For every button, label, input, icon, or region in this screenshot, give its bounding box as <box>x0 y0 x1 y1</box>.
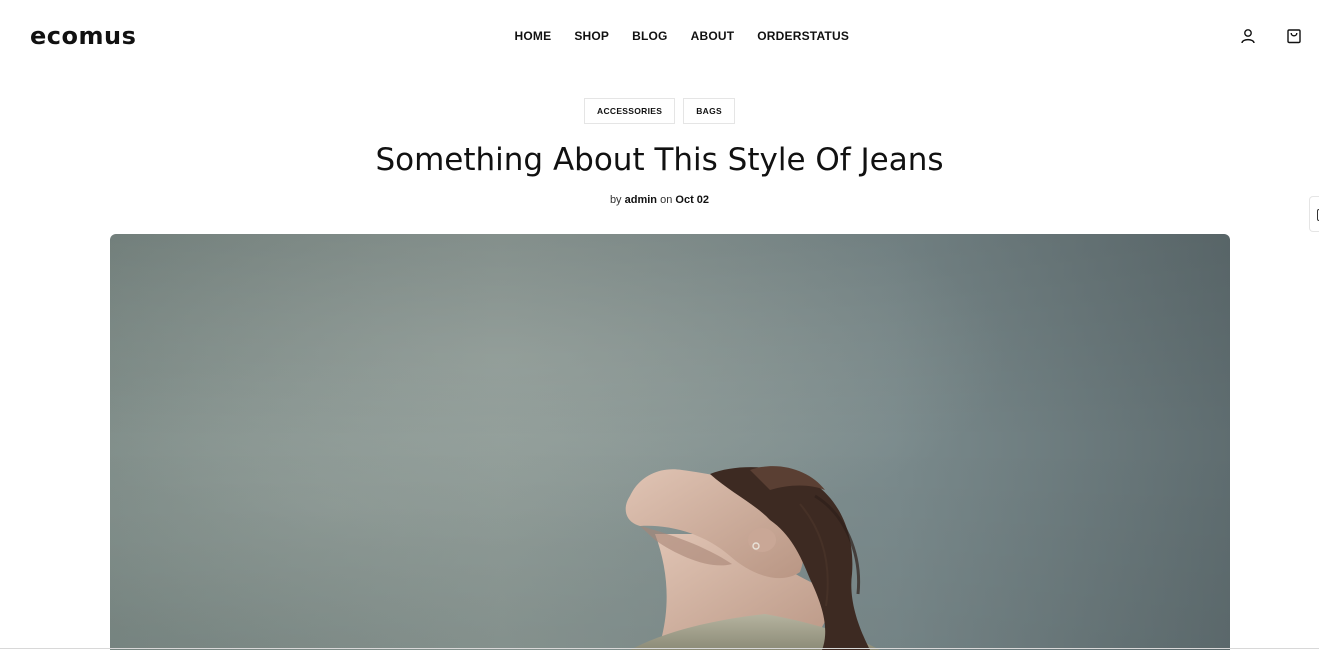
nav-item-blog[interactable]: BLOG <box>621 27 679 45</box>
post-meta: by admin on Oct 02 <box>0 193 1319 207</box>
nav-item-shop[interactable]: SHOP <box>563 27 621 45</box>
side-drawer-tab[interactable] <box>1309 196 1319 232</box>
nav-item-orderstatus[interactable]: ORDERSTATUS <box>746 27 861 45</box>
nav-item-about[interactable]: ABOUT <box>679 27 746 45</box>
viewport-bottom-divider <box>0 648 1319 649</box>
hero-photo <box>110 234 1230 650</box>
user-icon <box>1241 29 1255 44</box>
cart-icon <box>1287 29 1301 44</box>
meta-by-prefix: by <box>609 194 622 206</box>
account-button[interactable] <box>1238 26 1258 46</box>
tag-accessories[interactable]: ACCESSORIES <box>584 98 676 124</box>
post-title: Something About This Style Of Jeans <box>375 142 944 178</box>
site-header: ecomus HOME SHOP BLOG ABOUT ORDERSTATUS <box>0 0 1319 72</box>
post-author[interactable]: admin <box>625 194 657 206</box>
cart-button[interactable] <box>1284 26 1304 46</box>
meta-on-prefix: on <box>660 194 673 206</box>
logo-text: ecomus <box>30 22 137 50</box>
nav-item-home[interactable]: HOME <box>503 27 563 45</box>
post-hero-image <box>110 234 1230 650</box>
main-nav: HOME SHOP BLOG ABOUT ORDERSTATUS <box>503 27 861 45</box>
post-tags: ACCESSORIES BAGS <box>0 98 1319 124</box>
post-date: Oct 02 <box>675 194 710 206</box>
brand-logo[interactable]: ecomus <box>30 22 136 50</box>
tag-bags[interactable]: BAGS <box>683 98 735 124</box>
